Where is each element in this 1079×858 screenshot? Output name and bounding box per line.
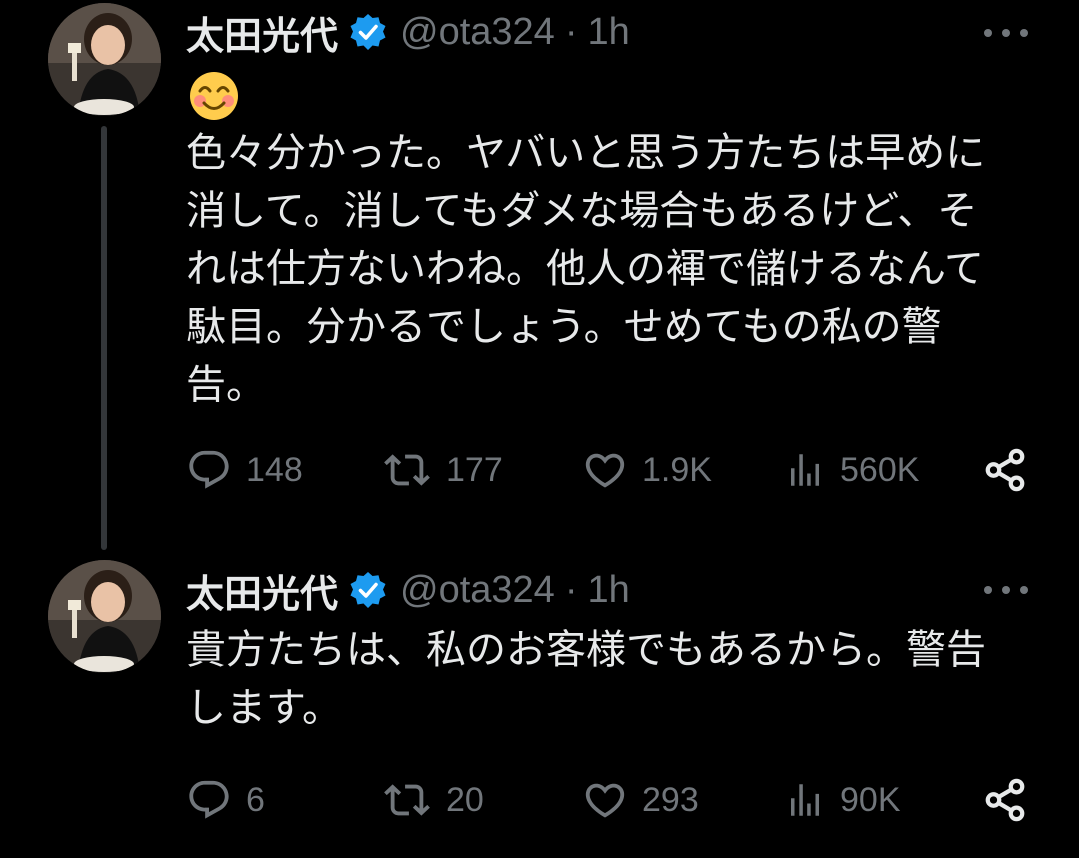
more-icon[interactable] <box>984 27 1028 39</box>
action-bar: 6 20 293 90K <box>186 770 1036 830</box>
share-icon <box>985 778 1025 822</box>
tweet-text: 貴方たちは、私のお客様でもあるから。警告 します。 <box>186 627 986 731</box>
retweet-count: 177 <box>446 450 503 489</box>
reply-icon <box>189 780 229 819</box>
heart-icon <box>585 453 625 488</box>
timestamp[interactable]: 1h <box>587 569 629 612</box>
author-name[interactable]: 太田光代 <box>186 5 338 60</box>
verified-badge-icon <box>348 12 388 52</box>
thread-line <box>101 126 107 550</box>
share-button[interactable] <box>982 770 1028 830</box>
reply-button[interactable]: 148 <box>186 440 303 500</box>
views-button[interactable]: 560K <box>784 440 919 500</box>
tweet-header: 太田光代 @ota324 · 1h <box>186 560 630 620</box>
views-count: 560K <box>840 450 920 489</box>
tweet[interactable]: 太田光代 @ota324 · 1h 色々分かった。ヤバいと思う方たちは早めに 消… <box>0 0 1079 550</box>
timestamp[interactable]: 1h <box>587 11 629 54</box>
reply-count: 6 <box>246 780 265 819</box>
like-count: 293 <box>642 780 699 819</box>
share-icon <box>985 448 1025 492</box>
retweet-button[interactable]: 20 <box>382 770 484 830</box>
retweet-icon <box>384 454 430 486</box>
views-count: 90K <box>840 780 901 819</box>
author-handle[interactable]: @ota324 <box>400 11 555 54</box>
views-button[interactable]: 90K <box>784 770 901 830</box>
verified-badge-icon <box>348 570 388 610</box>
share-button[interactable] <box>982 440 1028 500</box>
action-bar: 148 177 1.9K 560K <box>186 440 1036 500</box>
heart-icon <box>585 783 625 818</box>
retweet-count: 20 <box>446 780 484 819</box>
like-button[interactable]: 293 <box>582 770 699 830</box>
views-icon <box>791 454 819 486</box>
like-button[interactable]: 1.9K <box>582 440 712 500</box>
tweet-header: 太田光代 @ota324 · 1h <box>186 2 630 62</box>
retweet-icon <box>384 784 430 816</box>
separator-dot: · <box>564 10 578 53</box>
author-handle[interactable]: @ota324 <box>400 569 555 612</box>
reply-icon <box>189 450 229 489</box>
views-icon <box>791 784 819 816</box>
tweet-text: 色々分かった。ヤバいと思う方たちは早めに 消して。消してもダメな場合もあるけど、… <box>186 130 986 408</box>
separator-dot: · <box>564 568 578 611</box>
avatar[interactable] <box>48 3 161 116</box>
more-icon[interactable] <box>984 584 1028 596</box>
like-count: 1.9K <box>642 450 712 489</box>
author-name[interactable]: 太田光代 <box>186 563 338 618</box>
reply-count: 148 <box>246 450 303 489</box>
avatar[interactable] <box>48 560 161 673</box>
smiling-face-emoji <box>188 70 240 122</box>
retweet-button[interactable]: 177 <box>382 440 503 500</box>
reply-button[interactable]: 6 <box>186 770 265 830</box>
tweet[interactable]: 太田光代 @ota324 · 1h 貴方たちは、私のお客様でもあるから。警告 し… <box>0 548 1079 858</box>
